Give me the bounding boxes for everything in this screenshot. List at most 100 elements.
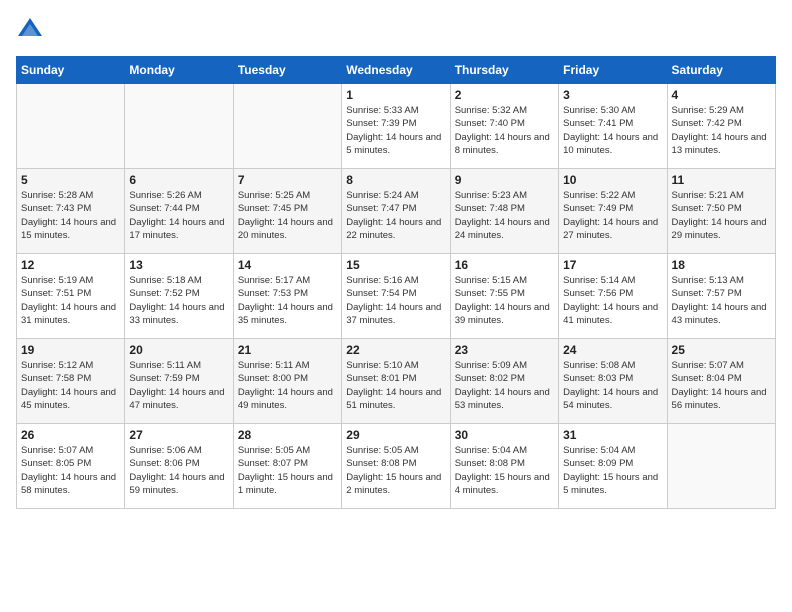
day-number: 23: [455, 343, 554, 357]
day-number: 22: [346, 343, 445, 357]
day-number: 31: [563, 428, 662, 442]
day-number: 2: [455, 88, 554, 102]
calendar-cell: [125, 84, 233, 169]
day-info: Sunrise: 5:06 AM Sunset: 8:06 PM Dayligh…: [129, 444, 228, 497]
day-number: 19: [21, 343, 120, 357]
calendar-week-row: 5 Sunrise: 5:28 AM Sunset: 7:43 PM Daylig…: [17, 169, 776, 254]
weekday-header-wednesday: Wednesday: [342, 57, 450, 84]
calendar-cell: 7 Sunrise: 5:25 AM Sunset: 7:45 PM Daylig…: [233, 169, 341, 254]
day-number: 10: [563, 173, 662, 187]
day-number: 9: [455, 173, 554, 187]
day-info: Sunrise: 5:17 AM Sunset: 7:53 PM Dayligh…: [238, 274, 337, 327]
weekday-header-row: SundayMondayTuesdayWednesdayThursdayFrid…: [17, 57, 776, 84]
weekday-header-friday: Friday: [559, 57, 667, 84]
calendar-cell: 30 Sunrise: 5:04 AM Sunset: 8:08 PM Dayli…: [450, 424, 558, 509]
day-number: 25: [672, 343, 771, 357]
day-number: 7: [238, 173, 337, 187]
calendar-cell: [17, 84, 125, 169]
day-info: Sunrise: 5:25 AM Sunset: 7:45 PM Dayligh…: [238, 189, 337, 242]
calendar-cell: 14 Sunrise: 5:17 AM Sunset: 7:53 PM Dayli…: [233, 254, 341, 339]
calendar-cell: 27 Sunrise: 5:06 AM Sunset: 8:06 PM Dayli…: [125, 424, 233, 509]
calendar-cell: [233, 84, 341, 169]
day-number: 15: [346, 258, 445, 272]
calendar-cell: 29 Sunrise: 5:05 AM Sunset: 8:08 PM Dayli…: [342, 424, 450, 509]
day-number: 18: [672, 258, 771, 272]
calendar-week-row: 26Sunrise: 5:07 AM Sunset: 8:05 PM Dayli…: [17, 424, 776, 509]
day-number: 16: [455, 258, 554, 272]
calendar-cell: 28Sunrise: 5:05 AM Sunset: 8:07 PM Dayli…: [233, 424, 341, 509]
calendar-table: SundayMondayTuesdayWednesdayThursdayFrid…: [16, 56, 776, 509]
day-info: Sunrise: 5:21 AM Sunset: 7:50 PM Dayligh…: [672, 189, 771, 242]
logo-icon: [16, 16, 44, 44]
day-info: Sunrise: 5:13 AM Sunset: 7:57 PM Dayligh…: [672, 274, 771, 327]
calendar-week-row: 12 Sunrise: 5:19 AM Sunset: 7:51 PM Dayli…: [17, 254, 776, 339]
calendar-cell: [667, 424, 775, 509]
day-info: Sunrise: 5:08 AM Sunset: 8:03 PM Dayligh…: [563, 359, 662, 412]
calendar-cell: 20Sunrise: 5:11 AM Sunset: 7:59 PM Dayli…: [125, 339, 233, 424]
calendar-cell: 4Sunrise: 5:29 AM Sunset: 7:42 PM Daylig…: [667, 84, 775, 169]
calendar-cell: 31 Sunrise: 5:04 AM Sunset: 8:09 PM Dayli…: [559, 424, 667, 509]
page-header: [16, 16, 776, 44]
day-info: Sunrise: 5:07 AM Sunset: 8:04 PM Dayligh…: [672, 359, 771, 412]
calendar-cell: 23 Sunrise: 5:09 AM Sunset: 8:02 PM Dayli…: [450, 339, 558, 424]
day-number: 17: [563, 258, 662, 272]
day-info: Sunrise: 5:22 AM Sunset: 7:49 PM Dayligh…: [563, 189, 662, 242]
calendar-cell: 15 Sunrise: 5:16 AM Sunset: 7:54 PM Dayli…: [342, 254, 450, 339]
day-number: 13: [129, 258, 228, 272]
day-info: Sunrise: 5:05 AM Sunset: 8:08 PM Dayligh…: [346, 444, 445, 497]
day-number: 12: [21, 258, 120, 272]
day-number: 24: [563, 343, 662, 357]
day-info: Sunrise: 5:28 AM Sunset: 7:43 PM Dayligh…: [21, 189, 120, 242]
calendar-cell: 9 Sunrise: 5:23 AM Sunset: 7:48 PM Daylig…: [450, 169, 558, 254]
day-info: Sunrise: 5:16 AM Sunset: 7:54 PM Dayligh…: [346, 274, 445, 327]
calendar-cell: 10 Sunrise: 5:22 AM Sunset: 7:49 PM Dayli…: [559, 169, 667, 254]
day-info: Sunrise: 5:26 AM Sunset: 7:44 PM Dayligh…: [129, 189, 228, 242]
calendar-cell: 6 Sunrise: 5:26 AM Sunset: 7:44 PM Daylig…: [125, 169, 233, 254]
calendar-cell: 13 Sunrise: 5:18 AM Sunset: 7:52 PM Dayli…: [125, 254, 233, 339]
day-number: 14: [238, 258, 337, 272]
day-info: Sunrise: 5:04 AM Sunset: 8:08 PM Dayligh…: [455, 444, 554, 497]
day-number: 3: [563, 88, 662, 102]
weekday-header-monday: Monday: [125, 57, 233, 84]
day-number: 6: [129, 173, 228, 187]
day-info: Sunrise: 5:18 AM Sunset: 7:52 PM Dayligh…: [129, 274, 228, 327]
day-number: 27: [129, 428, 228, 442]
logo: [16, 16, 48, 44]
day-number: 11: [672, 173, 771, 187]
day-number: 21: [238, 343, 337, 357]
day-info: Sunrise: 5:14 AM Sunset: 7:56 PM Dayligh…: [563, 274, 662, 327]
day-info: Sunrise: 5:24 AM Sunset: 7:47 PM Dayligh…: [346, 189, 445, 242]
day-number: 8: [346, 173, 445, 187]
calendar-cell: 5 Sunrise: 5:28 AM Sunset: 7:43 PM Daylig…: [17, 169, 125, 254]
day-info: Sunrise: 5:15 AM Sunset: 7:55 PM Dayligh…: [455, 274, 554, 327]
calendar-cell: 21 Sunrise: 5:11 AM Sunset: 8:00 PM Dayli…: [233, 339, 341, 424]
calendar-week-row: 1Sunrise: 5:33 AM Sunset: 7:39 PM Daylig…: [17, 84, 776, 169]
day-number: 26: [21, 428, 120, 442]
day-info: Sunrise: 5:29 AM Sunset: 7:42 PM Dayligh…: [672, 104, 771, 157]
day-info: Sunrise: 5:30 AM Sunset: 7:41 PM Dayligh…: [563, 104, 662, 157]
calendar-cell: 24 Sunrise: 5:08 AM Sunset: 8:03 PM Dayli…: [559, 339, 667, 424]
calendar-cell: 8 Sunrise: 5:24 AM Sunset: 7:47 PM Daylig…: [342, 169, 450, 254]
weekday-header-sunday: Sunday: [17, 57, 125, 84]
day-number: 30: [455, 428, 554, 442]
calendar-cell: 11 Sunrise: 5:21 AM Sunset: 7:50 PM Dayli…: [667, 169, 775, 254]
calendar-cell: 1Sunrise: 5:33 AM Sunset: 7:39 PM Daylig…: [342, 84, 450, 169]
day-info: Sunrise: 5:11 AM Sunset: 8:00 PM Dayligh…: [238, 359, 337, 412]
day-number: 1: [346, 88, 445, 102]
day-info: Sunrise: 5:23 AM Sunset: 7:48 PM Dayligh…: [455, 189, 554, 242]
weekday-header-tuesday: Tuesday: [233, 57, 341, 84]
calendar-cell: 18 Sunrise: 5:13 AM Sunset: 7:57 PM Dayli…: [667, 254, 775, 339]
day-number: 5: [21, 173, 120, 187]
calendar-week-row: 19Sunrise: 5:12 AM Sunset: 7:58 PM Dayli…: [17, 339, 776, 424]
calendar-cell: 26Sunrise: 5:07 AM Sunset: 8:05 PM Dayli…: [17, 424, 125, 509]
weekday-header-thursday: Thursday: [450, 57, 558, 84]
calendar-cell: 22 Sunrise: 5:10 AM Sunset: 8:01 PM Dayli…: [342, 339, 450, 424]
day-info: Sunrise: 5:19 AM Sunset: 7:51 PM Dayligh…: [21, 274, 120, 327]
day-number: 20: [129, 343, 228, 357]
day-info: Sunrise: 5:10 AM Sunset: 8:01 PM Dayligh…: [346, 359, 445, 412]
calendar-cell: 16 Sunrise: 5:15 AM Sunset: 7:55 PM Dayli…: [450, 254, 558, 339]
day-info: Sunrise: 5:09 AM Sunset: 8:02 PM Dayligh…: [455, 359, 554, 412]
calendar-cell: 12 Sunrise: 5:19 AM Sunset: 7:51 PM Dayli…: [17, 254, 125, 339]
day-info: Sunrise: 5:04 AM Sunset: 8:09 PM Dayligh…: [563, 444, 662, 497]
day-number: 29: [346, 428, 445, 442]
